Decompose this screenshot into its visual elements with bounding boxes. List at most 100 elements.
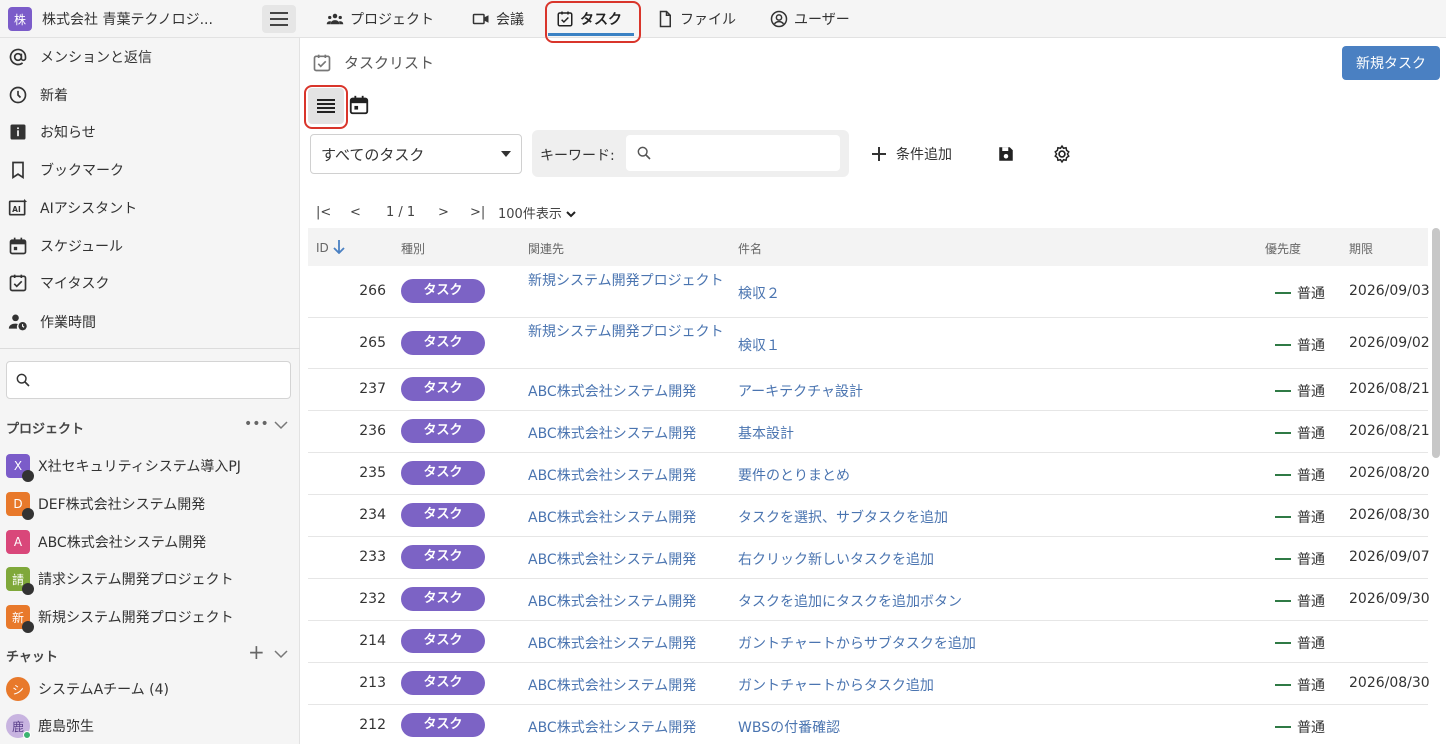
related-link[interactable]: ABC株式会社システム開発 <box>528 381 696 401</box>
sidebar-item-schedule[interactable]: スケジュール <box>8 231 288 261</box>
sidebar-item-mentions[interactable]: メンションと返信 <box>8 42 288 72</box>
priority-label: 普通 <box>1297 338 1325 354</box>
chevron-down-icon[interactable] <box>274 420 288 430</box>
nav-projects[interactable]: プロジェクト <box>326 0 434 38</box>
nav-users[interactable]: ユーザー <box>770 0 850 38</box>
calendar-view-button[interactable] <box>346 92 372 118</box>
task-check-icon <box>9 274 27 292</box>
subject-link[interactable]: アーキテクチャ設計 <box>738 381 863 401</box>
priority-dash-icon <box>1275 344 1291 346</box>
table-row[interactable]: 237 タスク ABC株式会社システム開発 アーキテクチャ設計 普通 2026/… <box>308 369 1430 411</box>
nav-meetings[interactable]: 会議 <box>472 0 524 38</box>
project-item[interactable]: D DEF株式会社システム開発 <box>6 490 205 520</box>
sidebar-item-label: スケジュール <box>40 239 124 255</box>
related-link[interactable]: ABC株式会社システム開発 <box>528 717 696 737</box>
column-priority-header[interactable]: 優先度 <box>1265 240 1301 257</box>
subject-link[interactable]: ガントチャートからタスク追加 <box>738 675 934 695</box>
column-id-header[interactable]: ID <box>316 240 345 255</box>
calendar-icon <box>9 237 27 255</box>
hamburger-menu-button[interactable] <box>262 5 296 33</box>
chat-item[interactable]: シ システムAチーム (4) <box>6 675 169 703</box>
sidebar-item-ai-assistant[interactable]: AI AIアシスタント <box>8 193 288 223</box>
priority-dash-icon <box>1275 432 1291 434</box>
settings-button[interactable] <box>1051 143 1073 165</box>
related-link[interactable]: ABC株式会社システム開発 <box>528 591 696 611</box>
nav-files[interactable]: ファイル <box>656 0 736 38</box>
related-link[interactable]: ABC株式会社システム開発 <box>528 549 696 569</box>
related-link[interactable]: ABC株式会社システム開発 <box>528 507 696 527</box>
org-badge: 株 <box>8 7 32 31</box>
chat-label: システムAチーム (4) <box>38 682 170 698</box>
next-page-button[interactable]: > <box>438 205 470 220</box>
related-link[interactable]: 新規システム開発プロジェクト <box>528 323 728 341</box>
highlight-box-tasks-tab <box>545 1 641 43</box>
column-due-header[interactable]: 期限 <box>1349 240 1373 257</box>
add-condition-button[interactable]: 条件追加 <box>872 144 952 164</box>
subject-link[interactable]: ガントチャートからサブタスクを追加 <box>738 633 976 653</box>
projects-more-button[interactable]: ••• <box>244 416 269 432</box>
sidebar-item-bookmarks[interactable]: ブックマーク <box>8 155 288 185</box>
subject-link[interactable]: 右クリック新しいタスクを追加 <box>738 549 934 569</box>
column-related-header[interactable]: 関連先 <box>528 240 564 257</box>
sidebar-item-notices[interactable]: お知らせ <box>8 117 288 147</box>
task-filter-value: すべてのタスク <box>321 145 425 164</box>
related-link[interactable]: ABC株式会社システム開発 <box>528 423 696 443</box>
table-row[interactable]: 233 タスク ABC株式会社システム開発 右クリック新しいタスクを追加 普通 … <box>308 537 1430 579</box>
keyword-input[interactable] <box>626 135 840 171</box>
chat-add-button[interactable]: + <box>248 640 265 664</box>
table-row[interactable]: 234 タスク ABC株式会社システム開発 タスクを選択、サブタスクを追加 普通… <box>308 495 1430 537</box>
last-page-button[interactable]: >| <box>470 205 498 220</box>
priority-label: 普通 <box>1297 510 1325 526</box>
project-item[interactable]: 新 新規システム開発プロジェクト <box>6 603 234 633</box>
video-camera-icon <box>472 13 489 25</box>
sidebar-item-label: 新着 <box>40 88 68 104</box>
column-type-header[interactable]: 種別 <box>401 240 425 257</box>
project-item[interactable]: A ABC株式会社システム開発 <box>6 528 206 556</box>
table-scrollbar[interactable] <box>1432 228 1440 458</box>
related-link[interactable]: ABC株式会社システム開発 <box>528 465 696 485</box>
chat-item[interactable]: 鹿 鹿島弥生 <box>6 712 94 740</box>
table-row[interactable]: 236 タスク ABC株式会社システム開発 基本設計 普通 2026/08/21 <box>308 411 1430 453</box>
table-row[interactable]: 266 タスク 新規システム開発プロジェクト 検収２ 普通 2026/09/03 <box>308 266 1430 318</box>
table-row[interactable]: 213 タスク ABC株式会社システム開発 ガントチャートからタスク追加 普通 … <box>308 663 1430 705</box>
project-item[interactable]: X X社セキュリティシステム導入PJ <box>6 452 241 482</box>
per-page-select[interactable]: 100件表示 <box>498 203 576 222</box>
sidebar-item-new[interactable]: 新着 <box>8 80 288 110</box>
sidebar-item-work-time[interactable]: 作業時間 <box>8 307 288 337</box>
highlight-box-list-view <box>304 85 348 129</box>
table-row[interactable]: 214 タスク ABC株式会社システム開発 ガントチャートからサブタスクを追加 … <box>308 621 1428 663</box>
subject-link[interactable]: タスクを追加にタスクを追加ボタン <box>738 591 962 611</box>
subject-link[interactable]: 基本設計 <box>738 423 794 443</box>
type-pill-label: タスク <box>401 279 485 303</box>
sidebar-item-my-tasks[interactable]: マイタスク <box>8 268 288 298</box>
table-row[interactable]: 232 タスク ABC株式会社システム開発 タスクを追加にタスクを追加ボタン 普… <box>308 579 1430 621</box>
related-link[interactable]: ABC株式会社システム開発 <box>528 675 696 695</box>
subject-link[interactable]: タスクを選択、サブタスクを追加 <box>738 507 948 527</box>
subject-link[interactable]: 要件のとりまとめ <box>738 465 850 485</box>
prev-page-button[interactable]: < <box>350 205 386 220</box>
related-link[interactable]: 新規システム開発プロジェクト <box>528 272 728 290</box>
table-row[interactable]: 235 タスク ABC株式会社システム開発 要件のとりまとめ 普通 2026/0… <box>308 453 1430 495</box>
new-task-button[interactable]: 新規タスク <box>1342 46 1440 80</box>
task-filter-select[interactable]: すべてのタスク <box>310 134 522 174</box>
priority-label: 普通 <box>1297 468 1325 484</box>
priority-dash-icon <box>1275 684 1291 686</box>
chevron-down-icon[interactable] <box>274 649 288 659</box>
subject-link[interactable]: WBSの付番確認 <box>738 717 840 737</box>
first-page-button[interactable]: |< <box>316 205 350 220</box>
row-id: 213 <box>359 675 386 691</box>
sidebar-search-input[interactable] <box>6 361 291 399</box>
type-pill: タスク <box>401 671 485 695</box>
table-row[interactable]: 212 タスク ABC株式会社システム開発 WBSの付番確認 普通 <box>308 705 1428 744</box>
save-filter-button[interactable] <box>995 143 1017 165</box>
project-badge-letter: D <box>13 497 23 511</box>
related-link[interactable]: ABC株式会社システム開発 <box>528 633 696 653</box>
org-switcher[interactable]: 株 株式会社 青葉テクノロジ... <box>8 7 213 31</box>
column-subject-header[interactable]: 件名 <box>738 240 762 257</box>
project-item[interactable]: 請 請求システム開発プロジェクト <box>6 565 234 595</box>
at-icon <box>9 48 27 66</box>
search-icon <box>16 373 30 387</box>
subject-link[interactable]: 検収２ <box>738 283 780 303</box>
subject-link[interactable]: 検収１ <box>738 335 780 355</box>
table-row[interactable]: 265 タスク 新規システム開発プロジェクト 検収１ 普通 2026/09/02 <box>308 318 1430 369</box>
